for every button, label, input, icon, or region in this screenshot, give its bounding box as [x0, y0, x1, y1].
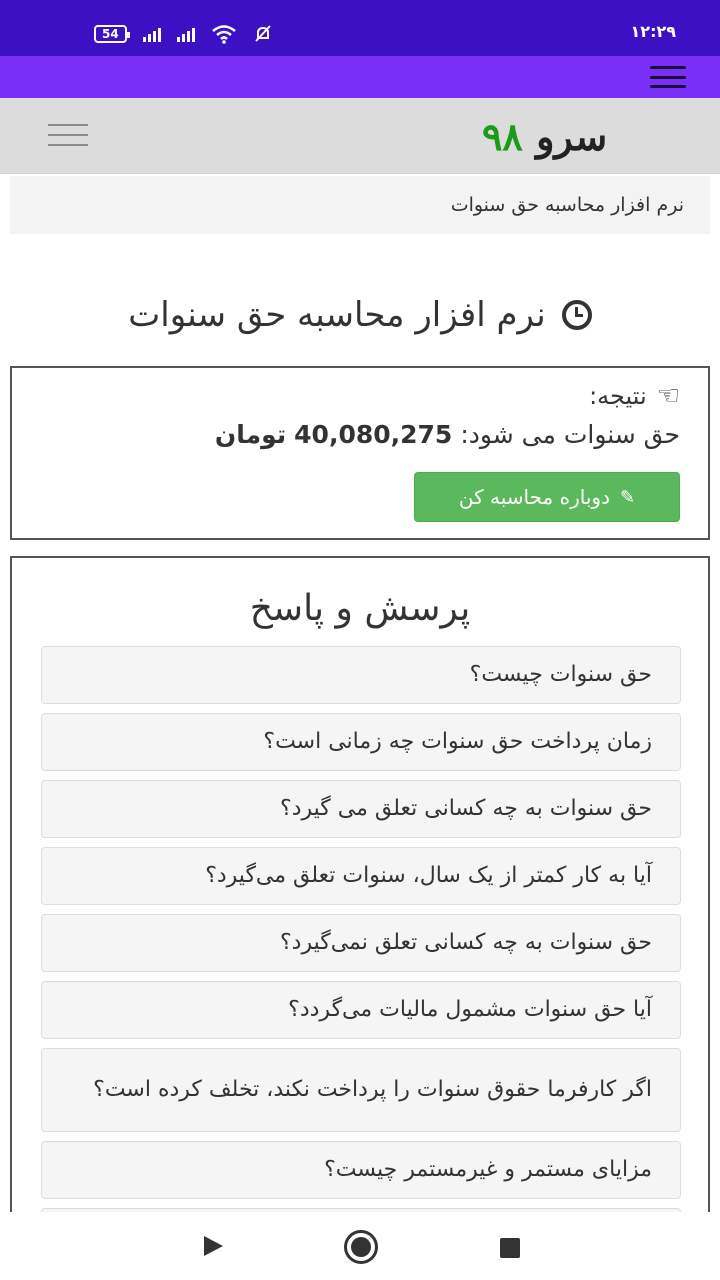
status-icons: 54 [94, 24, 273, 44]
recent-apps-icon[interactable] [500, 1238, 520, 1258]
wifi-icon [211, 25, 236, 44]
result-label-row: ☜ نتیجه: [589, 382, 680, 410]
faq-item[interactable]: زمان پرداخت حق سنوات چه زمانی است؟ [41, 713, 681, 771]
logo-number: ۹۸ [482, 114, 523, 159]
clock-icon [561, 300, 592, 330]
battery-icon: 54 [94, 25, 130, 43]
faq-item[interactable]: اگر کارفرما حقوق سنوات را پرداخت نکند، ت… [41, 1048, 681, 1132]
result-prefix: حق سنوات می شود: [460, 420, 680, 449]
status-time: ۱۲:۲۹ [630, 22, 676, 41]
menu-icon[interactable] [650, 66, 686, 88]
faq-item[interactable]: حق سنوات چیست؟ [41, 646, 681, 704]
page-title-row: نرم افزار محاسبه حق سنوات [0, 282, 720, 348]
breadcrumb: نرم افزار محاسبه حق سنوات [10, 176, 710, 234]
app-toolbar [0, 56, 720, 98]
page-title: نرم افزار محاسبه حق سنوات [128, 295, 546, 335]
faq-item[interactable]: آیا به کار کمتر از یک سال، سنوات تعلق می… [41, 847, 681, 905]
site-logo[interactable]: سرو ۹۸ [482, 114, 607, 159]
faq-item[interactable]: حق سنوات به چه کسانی تعلق می گیرد؟ [41, 780, 681, 838]
hand-point-icon: ☜ [656, 381, 680, 411]
pencil-icon: ✎ [619, 486, 636, 508]
hamburger-menu-icon[interactable] [48, 124, 88, 146]
result-line: حق سنوات می شود: 40,080,275 تومان [215, 420, 680, 449]
signal-icon [176, 26, 195, 42]
signal-icon [142, 26, 161, 42]
back-icon[interactable] [204, 1236, 223, 1256]
site-header: سرو ۹۸ [0, 98, 720, 174]
status-bar: 54 ۱۲:۲۹ [0, 0, 720, 56]
faq-item[interactable]: حق سنوات به چه کسانی تعلق نمی‌گیرد؟ [41, 914, 681, 972]
faq-item[interactable]: آیا حق سنوات مشمول مالیات می‌گردد؟ [41, 981, 681, 1039]
recalculate-button[interactable]: ✎ دوباره محاسبه کن [414, 472, 680, 522]
home-icon[interactable] [344, 1230, 378, 1264]
breadcrumb-item[interactable]: نرم افزار محاسبه حق سنوات [451, 194, 684, 216]
result-amount: 40,080,275 [294, 420, 453, 449]
mute-bell-icon [254, 25, 271, 42]
faq-item[interactable]: مزایای مستمر و غیرمستمر چیست؟ [41, 1141, 681, 1199]
faq-panel: پرسش و پاسخ حق سنوات چیست؟ زمان پرداخت ح… [10, 556, 710, 1216]
recalculate-label: دوباره محاسبه کن [458, 485, 610, 509]
faq-title: پرسش و پاسخ [249, 588, 471, 629]
result-label: نتیجه: [589, 382, 647, 410]
result-unit: تومان [214, 420, 287, 449]
result-panel: ☜ نتیجه: حق سنوات می شود: 40,080,275 توم… [10, 366, 710, 540]
system-nav-bar [0, 1212, 720, 1280]
logo-text: سرو [536, 114, 608, 159]
